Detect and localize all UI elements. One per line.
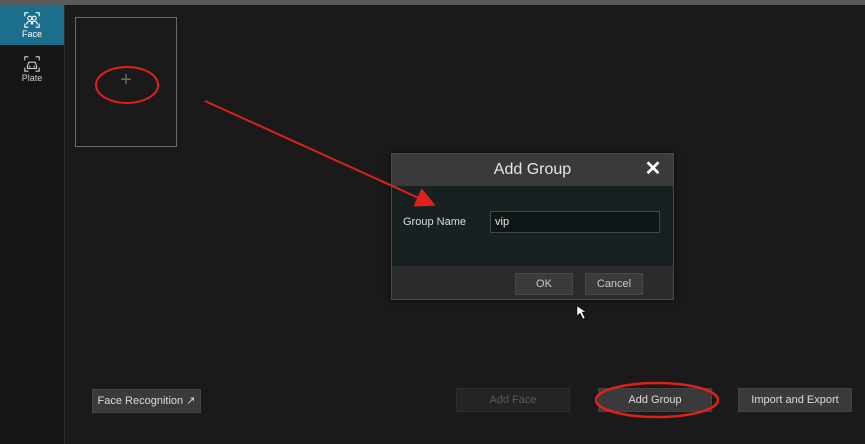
external-link-icon: ↗ [186, 395, 196, 407]
dialog-body: Group Name [392, 186, 673, 266]
sidebar-item-label: Plate [21, 73, 43, 83]
add-group-card[interactable]: + [75, 17, 177, 147]
sidebar-item-label: Face [21, 29, 42, 39]
face-recognition-button[interactable]: Face Recognition ↗ [92, 389, 201, 413]
group-name-label: Group Name [403, 216, 466, 228]
car-icon [23, 55, 41, 73]
add-group-dialog: Add Group ✕ Group Name OK Cancel [391, 153, 674, 300]
dialog-header: Add Group ✕ [392, 154, 673, 186]
add-group-button[interactable]: Add Group [598, 388, 712, 412]
cancel-button[interactable]: Cancel [585, 273, 643, 295]
add-face-button[interactable]: Add Face [456, 388, 570, 412]
import-export-button[interactable]: Import and Export [738, 388, 852, 412]
close-icon[interactable]: ✕ [643, 159, 663, 179]
dialog-footer: OK Cancel [392, 266, 673, 299]
face-recognition-label: Face Recognition [97, 395, 184, 407]
sidebar-item-face[interactable]: Face [0, 5, 64, 45]
sidebar-item-plate[interactable]: Plate [0, 49, 64, 89]
ok-button[interactable]: OK [515, 273, 573, 295]
face-icon [23, 11, 41, 29]
dialog-title: Add Group [493, 161, 572, 178]
sidebar: Face Plate [0, 5, 65, 444]
group-name-input[interactable] [490, 211, 660, 233]
plus-icon: + [120, 69, 132, 91]
